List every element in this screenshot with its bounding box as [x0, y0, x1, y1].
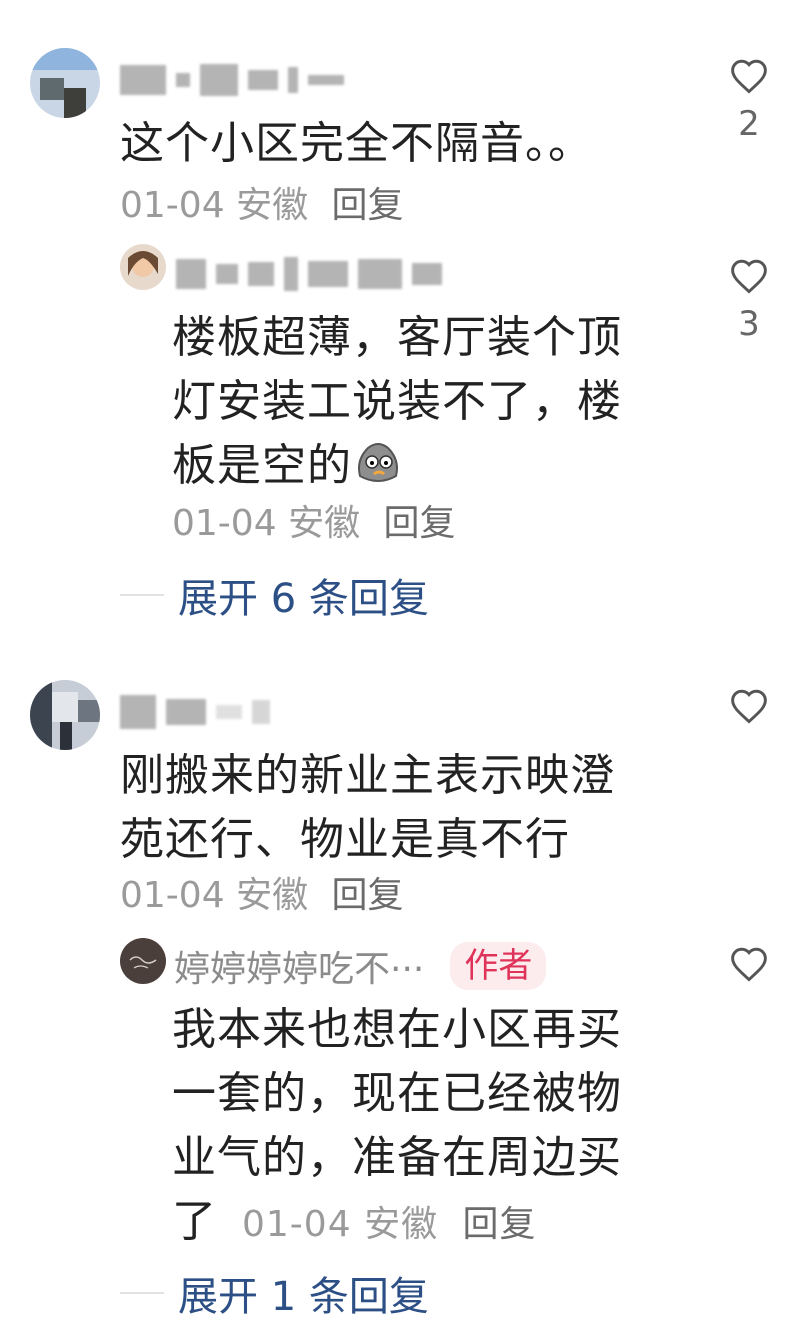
heart-outline-icon: [731, 59, 767, 94]
reply-text: 我本来也想在小区再买 一套的，现在已经被物 业气的，准备在周边买 了 01-04…: [172, 1004, 622, 1247]
like-button[interactable]: 3: [722, 258, 776, 344]
heart-outline-icon: [731, 947, 767, 982]
reply-date: 01-04: [242, 1204, 352, 1245]
reply-button[interactable]: 回复: [463, 1204, 537, 1245]
comment-location: 安徽: [236, 875, 309, 916]
like-button[interactable]: [722, 688, 776, 724]
heart-outline-icon: [731, 689, 767, 724]
expand-replies-button[interactable]: 展开 1 条回复: [120, 1264, 429, 1322]
comment-location: 安徽: [236, 185, 309, 226]
replier-avatar[interactable]: [120, 244, 166, 290]
reply-location: 安徽: [364, 1204, 439, 1245]
reply-button[interactable]: 回复: [332, 875, 404, 916]
commenter-name-blurred[interactable]: [120, 60, 344, 100]
replier-name-blurred[interactable]: [176, 254, 442, 294]
comment-meta: 01-04 安徽 回复: [120, 866, 404, 918]
author-avatar[interactable]: [120, 938, 166, 984]
reply-location: 安徽: [288, 503, 361, 544]
divider: [120, 1292, 164, 1294]
author-header: 婷婷婷婷吃不··· 作者: [174, 940, 547, 992]
commenter-name-blurred[interactable]: [120, 692, 270, 732]
heart-outline-icon: [731, 259, 767, 294]
divider: [120, 594, 164, 596]
like-button[interactable]: [722, 946, 776, 982]
comment-text: 刚搬来的新业主表示映澄 苑还行、物业是真不行: [120, 750, 615, 865]
author-badge: 作者: [450, 942, 547, 990]
commenter-avatar[interactable]: [30, 48, 100, 118]
like-count: 2: [738, 104, 760, 144]
author-name[interactable]: 婷婷婷婷吃不···: [174, 940, 424, 992]
comment-date: 01-04: [120, 185, 225, 226]
commenter-avatar[interactable]: [30, 680, 100, 750]
comment-meta: 01-04 安徽 回复: [120, 176, 404, 228]
like-count: 3: [738, 304, 760, 344]
reply-button[interactable]: 回复: [332, 185, 404, 226]
reply-date: 01-04: [172, 503, 277, 544]
like-button[interactable]: 2: [722, 58, 776, 144]
expand-replies-button[interactable]: 展开 6 条回复: [120, 566, 429, 624]
reply-button[interactable]: 回复: [384, 503, 456, 544]
comment-text: 这个小区完全不隔音。。: [120, 118, 593, 169]
reply-meta: 01-04 安徽 回复: [172, 494, 456, 546]
comment-date: 01-04: [120, 875, 225, 916]
reply-meta: 01-04 安徽 回复: [242, 1204, 537, 1245]
sad-emoji-icon: [352, 436, 404, 488]
reply-text: 楼板超薄，客厅装个顶 灯安装工说装不了，楼 板是空的: [172, 312, 622, 491]
